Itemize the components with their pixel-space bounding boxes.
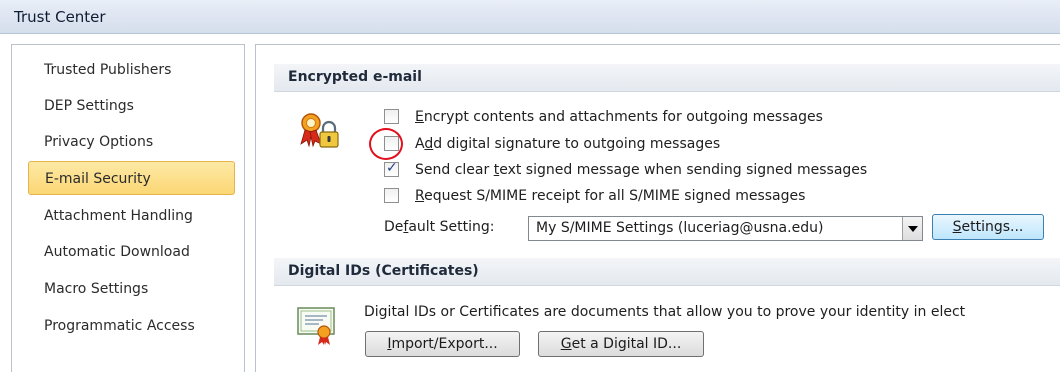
sidebar-item-automatic-download[interactable]: Automatic Download (28, 235, 233, 269)
window-title: Trust Center (14, 8, 106, 26)
section-header-digital-ids: Digital IDs (Certificates) (274, 258, 1060, 286)
section-header-encrypted-email: Encrypted e-mail (274, 64, 1060, 92)
sidebar-item-trusted-publishers[interactable]: Trusted Publishers (28, 53, 233, 87)
settings-button[interactable]: Settings... (932, 214, 1044, 240)
default-setting-label: Default Setting: (384, 219, 495, 235)
sidebar: Trusted Publishers DEP Settings Privacy … (11, 44, 245, 372)
encrypt-contents-checkbox[interactable] (384, 109, 399, 124)
highlight-circle (369, 128, 403, 160)
sidebar-item-macro-settings[interactable]: Macro Settings (28, 272, 233, 306)
send-clear-text-checkbox[interactable] (384, 160, 399, 177)
default-setting-dropdown[interactable]: My S/MIME Settings (luceriag@usna.edu) (528, 216, 923, 241)
chevron-down-icon[interactable] (902, 217, 922, 240)
sidebar-item-privacy-options[interactable]: Privacy Options (28, 125, 233, 159)
title-bar: Trust Center (0, 0, 1060, 34)
sidebar-item-dep-settings[interactable]: DEP Settings (28, 89, 233, 123)
certificate-icon (297, 307, 335, 345)
main-panel (255, 44, 1060, 372)
sidebar-item-attachment-handling[interactable]: Attachment Handling (28, 199, 233, 233)
request-smime-receipt-checkbox[interactable] (384, 188, 399, 203)
import-export-button[interactable]: Import/Export... (365, 331, 520, 357)
certificate-lock-icon (300, 113, 339, 148)
get-digital-id-button[interactable]: Get a Digital ID... (538, 331, 704, 357)
sidebar-item-email-security[interactable]: E-mail Security (28, 161, 235, 195)
digital-ids-description: Digital IDs or Certificates are document… (364, 304, 966, 320)
sidebar-item-programmatic-access[interactable]: Programmatic Access (28, 309, 233, 343)
